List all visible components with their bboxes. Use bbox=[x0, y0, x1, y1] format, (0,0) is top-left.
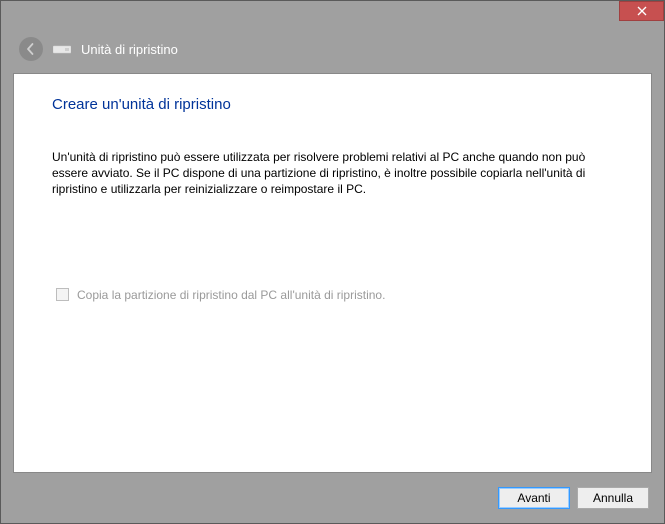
next-button[interactable]: Avanti bbox=[498, 487, 570, 509]
titlebar bbox=[1, 1, 664, 29]
back-button[interactable] bbox=[19, 37, 43, 61]
wizard-window: Unità di ripristino Creare un'unità di r… bbox=[0, 0, 665, 524]
close-icon bbox=[637, 6, 647, 16]
copy-partition-checkbox[interactable] bbox=[56, 288, 69, 301]
content-panel: Creare un'unità di ripristino Un'unità d… bbox=[13, 73, 652, 473]
back-arrow-icon bbox=[24, 42, 38, 56]
cancel-button-label: Annulla bbox=[593, 491, 633, 505]
header-row: Unità di ripristino bbox=[1, 29, 664, 69]
copy-partition-checkbox-row: Copia la partizione di ripristino dal PC… bbox=[56, 288, 613, 302]
wizard-body-text: Un'unità di ripristino può essere utiliz… bbox=[52, 149, 613, 198]
close-button[interactable] bbox=[619, 1, 664, 21]
drive-icon bbox=[53, 42, 71, 56]
wizard-title: Creare un'unità di ripristino bbox=[52, 96, 613, 113]
button-row: Avanti Annulla bbox=[498, 487, 649, 509]
copy-partition-label: Copia la partizione di ripristino dal PC… bbox=[77, 288, 385, 302]
window-title: Unità di ripristino bbox=[81, 42, 178, 57]
next-button-label: Avanti bbox=[517, 491, 550, 505]
cancel-button[interactable]: Annulla bbox=[577, 487, 649, 509]
